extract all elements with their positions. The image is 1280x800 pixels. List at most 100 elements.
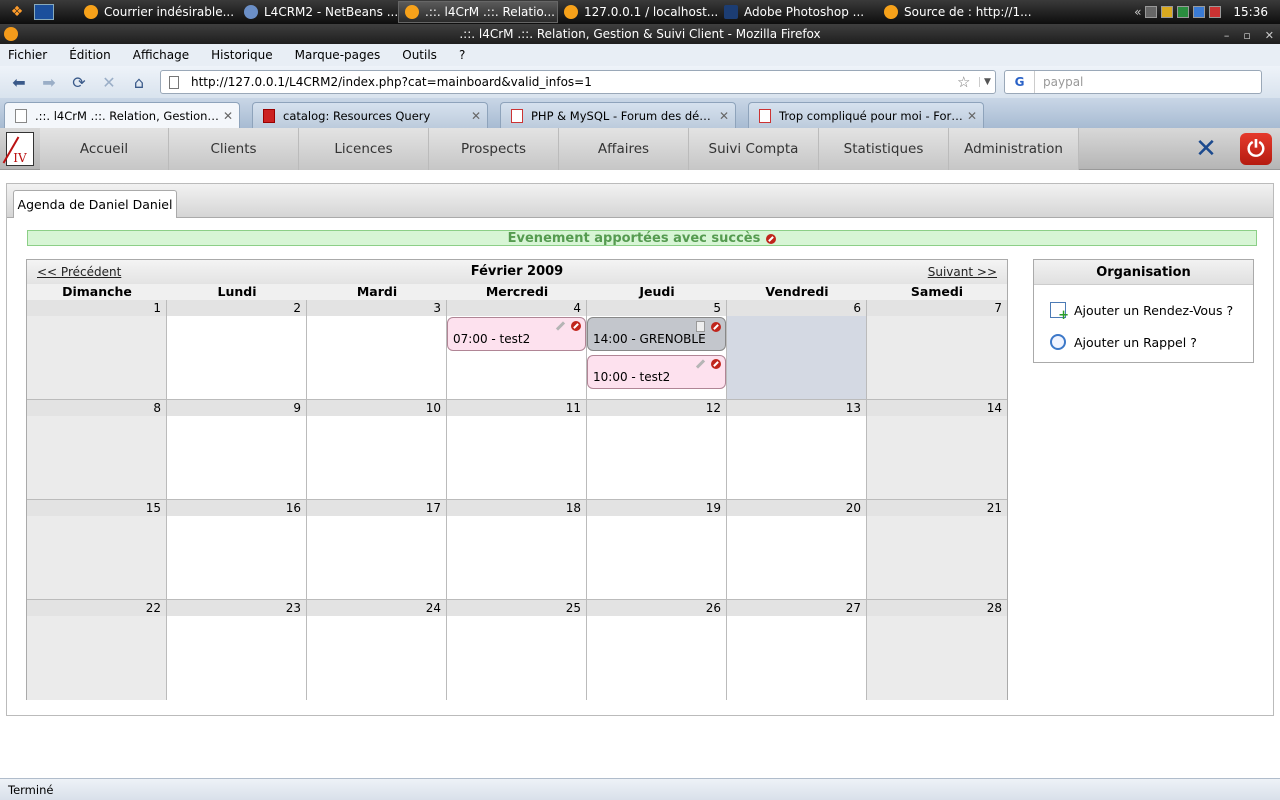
tab-close-icon[interactable]: ✕	[471, 109, 481, 123]
start-button[interactable]: ❖	[0, 0, 34, 24]
menu-outils[interactable]: Outils	[398, 48, 441, 62]
close-icon[interactable]: ✕	[1265, 26, 1274, 46]
calendar-day[interactable]: 25	[447, 600, 587, 700]
calendar-day[interactable]: 26	[587, 600, 727, 700]
nav-statistiques[interactable]: Statistiques	[819, 128, 949, 170]
add-rappel-link[interactable]: Ajouter un Rappel ?	[1050, 334, 1197, 350]
calendar-day[interactable]: 13	[727, 400, 867, 500]
tray-icon[interactable]	[1161, 6, 1174, 18]
tools-icon[interactable]: ✕	[1190, 133, 1222, 165]
calendar-day[interactable]: 20	[727, 500, 867, 600]
calendar-day[interactable]: 11	[447, 400, 587, 500]
delete-icon[interactable]	[711, 321, 721, 332]
calendar-event[interactable]: 14:00 - GRENOBLE	[587, 317, 726, 351]
menu-marque-pages[interactable]: Marque-pages	[291, 48, 385, 62]
calendar-day[interactable]: 24	[307, 600, 447, 700]
app-logo[interactable]: IV	[6, 132, 34, 166]
reload-button[interactable]: ⟳	[66, 70, 92, 94]
calendar-day[interactable]: 2	[167, 300, 307, 400]
tab-close-icon[interactable]: ✕	[719, 109, 729, 123]
tray-icon[interactable]	[1177, 6, 1190, 18]
calendar-day[interactable]: 28	[867, 600, 1007, 700]
back-button[interactable]: ⬅	[6, 70, 32, 94]
calendar-day[interactable]: 5 14:00 - GRENOBLE 10:00 - test2	[587, 300, 727, 400]
nav-suivi-compta[interactable]: Suivi Compta	[689, 128, 819, 170]
power-icon[interactable]: ⏻	[1240, 133, 1272, 165]
calendar-day[interactable]: 14	[867, 400, 1007, 500]
calendar-day[interactable]: 27	[727, 600, 867, 700]
browser-tab[interactable]: PHP & MySQL - Forum des développ... ✕	[500, 102, 736, 128]
delete-icon[interactable]	[711, 359, 721, 369]
calendar-day[interactable]: 4 07:00 - test2	[447, 300, 587, 400]
edit-icon[interactable]	[555, 321, 565, 331]
menu-historique[interactable]: Historique	[207, 48, 277, 62]
taskbar-item-photoshop[interactable]: Adobe Photoshop ...	[718, 1, 878, 23]
nav-accueil[interactable]: Accueil	[40, 128, 169, 170]
calendar-day[interactable]: 12	[587, 400, 727, 500]
edit-icon[interactable]	[695, 359, 705, 369]
volume-icon[interactable]	[1209, 6, 1222, 18]
delete-icon[interactable]	[571, 321, 581, 331]
tray-icon[interactable]	[1145, 6, 1158, 18]
calendar-day[interactable]: 9	[167, 400, 307, 500]
clock[interactable]: 15:36	[1233, 5, 1268, 19]
maximize-icon[interactable]: ▫	[1243, 26, 1250, 46]
taskbar-item-netbeans[interactable]: L4CRM2 - NetBeans ...	[238, 1, 398, 23]
calendar-day-today[interactable]: 6	[727, 300, 867, 400]
menu-edition[interactable]: Édition	[65, 48, 115, 62]
taskbar-item-source[interactable]: Source de : http://1...	[878, 1, 1038, 23]
url-bar[interactable]: http://127.0.0.1/L4CRM2/index.php?cat=ma…	[160, 70, 996, 94]
minimize-icon[interactable]: –	[1224, 26, 1230, 46]
weekday-label: Lundi	[217, 284, 257, 299]
menu-fichier[interactable]: Fichier	[4, 48, 51, 62]
bookmark-star-icon[interactable]: ☆	[957, 73, 979, 91]
taskbar-item-mail[interactable]: Courrier indésirable...	[78, 1, 238, 23]
menu-help[interactable]: ?	[455, 48, 469, 62]
calendar-day[interactable]: 21	[867, 500, 1007, 600]
search-bar[interactable]: G paypal	[1004, 70, 1262, 94]
calendar-event[interactable]: 10:00 - test2	[587, 355, 726, 389]
calendar-day[interactable]: 3	[307, 300, 447, 400]
stop-button[interactable]: ✕	[96, 70, 122, 94]
calendar-day[interactable]: 1	[27, 300, 167, 400]
document-icon[interactable]	[696, 321, 705, 332]
url-dropdown-icon[interactable]: ▼	[979, 77, 995, 87]
calendar-day[interactable]: 22	[27, 600, 167, 700]
home-button[interactable]: ⌂	[126, 70, 152, 94]
taskbar-item-phpmyadmin[interactable]: 127.0.0.1 / localhost...	[558, 1, 718, 23]
search-input[interactable]: paypal	[1043, 75, 1083, 89]
calendar-day[interactable]: 16	[167, 500, 307, 600]
calendar-day[interactable]: 15	[27, 500, 167, 600]
calendar-day[interactable]: 19	[587, 500, 727, 600]
calendar-day[interactable]: 23	[167, 600, 307, 700]
taskbar-item-firefox[interactable]: .::. l4CrM .::. Relatio...	[398, 1, 558, 23]
calendar-day[interactable]: 17	[307, 500, 447, 600]
calendar-day[interactable]: 8	[27, 400, 167, 500]
url-text[interactable]: http://127.0.0.1/L4CRM2/index.php?cat=ma…	[191, 75, 592, 89]
show-desktop-icon[interactable]	[34, 4, 54, 20]
nav-clients[interactable]: Clients	[169, 128, 299, 170]
forward-button[interactable]: ➡	[36, 70, 62, 94]
calendar-day[interactable]: 7	[867, 300, 1007, 400]
menu-affichage[interactable]: Affichage	[129, 48, 193, 62]
nav-licences[interactable]: Licences	[299, 128, 429, 170]
tray-expand-icon[interactable]: «	[1134, 5, 1141, 19]
browser-tab[interactable]: .::. l4CrM .::. Relation, Gestion & S...…	[4, 102, 240, 128]
search-engine-icon[interactable]: G	[1005, 71, 1035, 93]
nav-administration[interactable]: Administration	[949, 128, 1079, 170]
browser-tab[interactable]: Trop compliqué pour moi - Forum de... ✕	[748, 102, 984, 128]
nav-prospects[interactable]: Prospects	[429, 128, 559, 170]
calendar-event[interactable]: 07:00 - test2	[447, 317, 586, 351]
network-icon[interactable]	[1193, 6, 1206, 18]
tab-agenda[interactable]: Agenda de Daniel Daniel	[13, 190, 177, 218]
tab-close-icon[interactable]: ✕	[967, 109, 977, 123]
success-message: Evenement apportées avec succès	[27, 230, 1257, 246]
tab-close-icon[interactable]: ✕	[223, 109, 233, 123]
nav-affaires[interactable]: Affaires	[559, 128, 689, 170]
next-month-link[interactable]: Suivant >>	[928, 265, 997, 279]
browser-tab[interactable]: catalog: Resources Query ✕	[252, 102, 488, 128]
calendar-day[interactable]: 10	[307, 400, 447, 500]
dismiss-icon[interactable]	[766, 233, 777, 244]
calendar-day[interactable]: 18	[447, 500, 587, 600]
add-rendez-vous-link[interactable]: Ajouter un Rendez-Vous ?	[1050, 302, 1233, 323]
